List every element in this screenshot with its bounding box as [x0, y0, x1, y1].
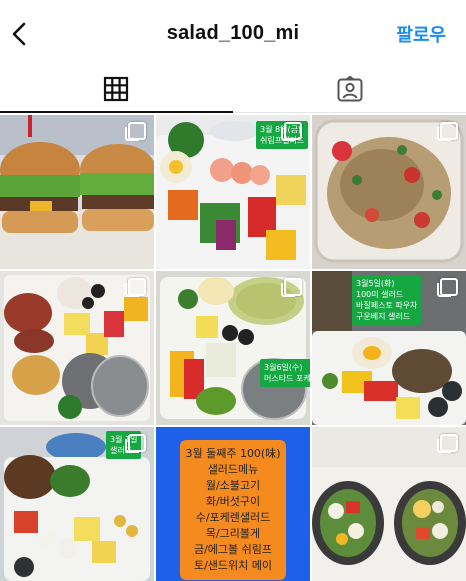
post-thumbnail-grilled-veggie[interactable]: 3월5일(화) 100미 샐러드 바질페스토 파우차 구운베지 샐러드 — [312, 271, 466, 425]
post-thumbnail-bulgogi-salad[interactable]: 3월 1일 샐러드 — [0, 427, 154, 581]
post-caption-tag: 3월6일(수) 머스타드 포케 — [260, 359, 310, 387]
weekly-menu-card: 3월 둘째주 100(味) 샐러드메뉴 월/소불고기 화/버섯구이 수/포케렌샐… — [180, 440, 286, 580]
post-thumbnail-shrimp-salad[interactable]: 3월 8일(금) 쉬림프샐러드 — [156, 115, 310, 269]
post-thumbnail-burgers[interactable] — [0, 115, 154, 269]
profile-tabs — [0, 68, 466, 113]
post-caption-tag: 3월5일(화) 100미 샐러드 바질페스토 파우차 구운베지 샐러드 — [352, 275, 422, 325]
post-thumbnail-sausage-box[interactable] — [0, 271, 154, 425]
grid-icon — [103, 76, 129, 102]
multi-post-icon — [281, 278, 302, 297]
multi-post-icon — [125, 278, 146, 297]
multi-post-icon — [437, 122, 458, 141]
post-thumbnail-two-bowls[interactable] — [312, 427, 466, 581]
profile-header: salad_100_mi 팔로우 — [0, 0, 466, 68]
post-thumbnail-noodle-salad[interactable] — [312, 115, 466, 269]
multi-post-icon — [437, 278, 458, 297]
tab-tagged[interactable] — [233, 68, 466, 112]
person-tag-icon — [337, 76, 363, 102]
active-tab-indicator — [0, 111, 233, 113]
multi-post-icon — [125, 434, 146, 453]
post-thumbnail-weekly-menu[interactable]: 3월 둘째주 100(味) 샐러드메뉴 월/소불고기 화/버섯구이 수/포케렌샐… — [156, 427, 310, 581]
post-thumbnail-pesto-bowl[interactable]: 3월6일(수) 머스타드 포케 — [156, 271, 310, 425]
tab-grid[interactable] — [0, 68, 233, 113]
post-grid: 3월 8일(금) 쉬림프샐러드 3월6일(수) 머스타드 포케 3월5일(화) … — [0, 115, 466, 581]
follow-button[interactable]: 팔로우 — [396, 21, 446, 47]
multi-post-icon — [281, 122, 302, 141]
multi-post-icon — [437, 434, 458, 453]
multi-post-icon — [125, 122, 146, 141]
